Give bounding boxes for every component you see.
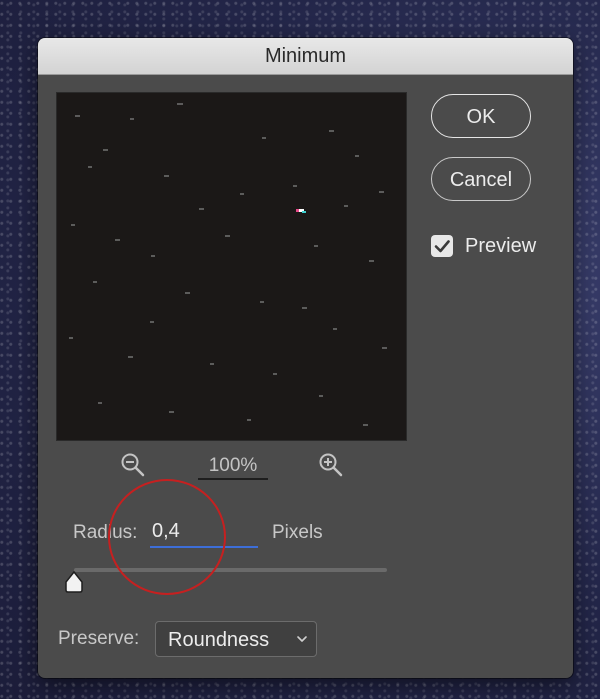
preserve-dropdown[interactable]: Roundness	[155, 621, 317, 657]
ok-button[interactable]: OK	[431, 94, 531, 138]
dialog-title: Minimum	[38, 38, 573, 75]
preserve-selected-value: Roundness	[168, 629, 270, 651]
filter-preview-image[interactable]	[56, 92, 407, 441]
radius-slider-thumb[interactable]	[64, 570, 84, 593]
radius-input[interactable]	[150, 516, 258, 548]
zoom-out-icon[interactable]	[120, 452, 146, 478]
zoom-in-icon[interactable]	[318, 452, 344, 478]
preserve-label: Preserve:	[58, 628, 140, 649]
radius-slider-track[interactable]	[74, 568, 387, 572]
preview-label[interactable]: Preview	[465, 235, 536, 257]
cancel-button[interactable]: Cancel	[431, 157, 531, 201]
radius-units-label: Pixels	[272, 522, 323, 543]
radius-label: Radius:	[73, 522, 138, 543]
checkmark-icon	[434, 240, 450, 253]
zoom-controls: 100%	[38, 452, 573, 482]
zoom-level[interactable]: 100%	[198, 455, 268, 480]
preview-checkbox[interactable]	[431, 235, 453, 257]
chevron-down-icon	[297, 636, 307, 642]
minimum-filter-dialog: Minimum 100% OK Cancel Preview Radius: 0…	[38, 38, 573, 678]
